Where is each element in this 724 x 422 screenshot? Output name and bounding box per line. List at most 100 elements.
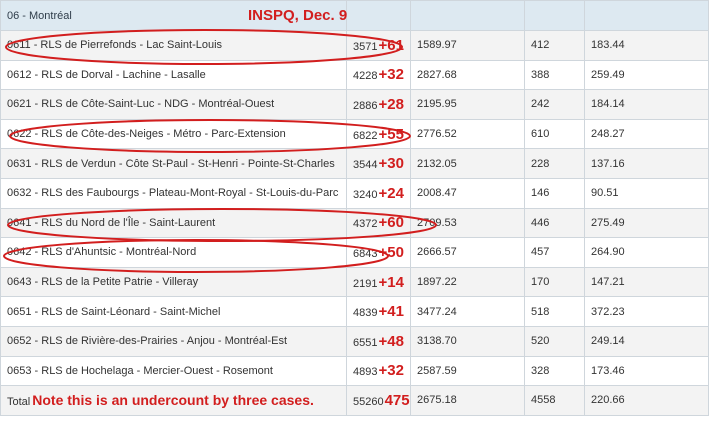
cases-value: 3240: [353, 188, 378, 201]
cases-cell: 6843+50: [346, 237, 411, 268]
cases-cell: 3240+24: [346, 177, 411, 209]
other-value: 242: [531, 98, 550, 111]
other-rate-cell: 275.49: [584, 207, 709, 239]
delta-annotation: +50: [378, 243, 404, 261]
other-rate-value: 183.44: [591, 39, 625, 52]
delta-annotation: +61: [378, 36, 404, 54]
source-annotation: INSPQ, Dec. 9: [248, 7, 348, 24]
rate-value: 2587.59: [417, 364, 457, 377]
other-value: 457: [531, 246, 550, 259]
total-cases-cell: 55260475: [346, 385, 411, 416]
other-rate-cell: 147.21: [584, 266, 709, 298]
rls-name: 0621 - RLS de Côte-Saint-Luc - NDG - Mon…: [7, 98, 275, 111]
cases-value: 4839: [353, 307, 378, 320]
delta-annotation: +14: [378, 273, 404, 291]
undercount-note: Note this is an undercount by three case…: [32, 392, 314, 409]
other-value: 146: [531, 187, 550, 200]
other-cell: 610: [524, 118, 585, 150]
cases-cell: 4228+32: [346, 59, 411, 91]
region-name: 06 - Montréal: [7, 9, 72, 22]
delta-annotation: +48: [378, 332, 404, 350]
region-cell-empty: [410, 0, 525, 31]
rate-value: 2827.68: [417, 68, 457, 81]
total-label: Total: [7, 396, 31, 409]
rls-name-cell: 0631 - RLS de Verdun - Côte St-Paul - St…: [0, 148, 347, 179]
rate-cell: 1589.97: [410, 30, 525, 61]
rate-cell: 2709.53: [410, 207, 525, 239]
cases-value: 2191: [353, 277, 378, 290]
rls-name-cell: 0653 - RLS de Hochelaga - Mercier-Ouest …: [0, 355, 347, 387]
other-value: 328: [531, 364, 550, 377]
rate-cell: 2008.47: [410, 177, 525, 209]
table-row: 0611 - RLS de Pierrefonds - Lac Saint-Lo…: [0, 30, 709, 61]
cases-value: 4372: [353, 218, 378, 231]
region-header-row: 06 - Montréal: [0, 0, 709, 31]
rls-name: 0652 - RLS de Rivière-des-Prairies - Anj…: [7, 335, 288, 348]
rate-cell: 2666.57: [410, 237, 525, 268]
table-row: 0612 - RLS de Dorval - Lachine - Lasalle…: [0, 59, 709, 91]
cases-value: 4893: [353, 366, 378, 379]
rls-name: 0642 - RLS d'Ahuntsic - Montréal-Nord: [7, 246, 197, 259]
table-row: 0652 - RLS de Rivière-des-Prairies - Anj…: [0, 325, 709, 357]
total-rate: 2675.18: [417, 394, 457, 407]
rls-name-cell: 0643 - RLS de la Petite Patrie - Villera…: [0, 266, 347, 298]
table-row: 0642 - RLS d'Ahuntsic - Montréal-Nord 684…: [0, 237, 709, 268]
rate-cell: 3138.70: [410, 325, 525, 357]
total-other-rate-cell: 220.66: [584, 385, 709, 416]
rate-value: 1897.22: [417, 276, 457, 289]
rls-name-cell: 0641 - RLS du Nord de l'Île - Saint-Laur…: [0, 207, 347, 239]
other-value: 446: [531, 216, 550, 229]
other-value: 388: [531, 68, 550, 81]
delta-annotation: +28: [378, 95, 404, 113]
cases-value: 2886: [353, 99, 378, 112]
other-rate-value: 259.49: [591, 68, 625, 81]
rate-value: 2709.53: [417, 216, 457, 229]
other-cell: 446: [524, 207, 585, 239]
rate-cell: 2776.52: [410, 118, 525, 150]
rate-value: 2666.57: [417, 246, 457, 259]
other-rate-cell: 248.27: [584, 118, 709, 150]
delta-annotation: +30: [378, 155, 404, 173]
other-cell: 388: [524, 59, 585, 91]
other-value: 412: [531, 39, 550, 52]
total-rate-cell: 2675.18: [410, 385, 525, 416]
other-cell: 146: [524, 177, 585, 209]
other-rate-value: 275.49: [591, 216, 625, 229]
cases-cell: 3571+61: [346, 30, 411, 61]
table-row: 0632 - RLS des Faubourgs - Plateau-Mont-…: [0, 177, 709, 209]
table-row: 0631 - RLS de Verdun - Côte St-Paul - St…: [0, 148, 709, 179]
rls-name-cell: 0622 - RLS de Côte-des-Neiges - Métro - …: [0, 118, 347, 150]
other-rate-value: 264.90: [591, 246, 625, 259]
delta-annotation: +60: [378, 214, 404, 232]
rate-cell: 2195.95: [410, 89, 525, 120]
other-cell: 518: [524, 296, 585, 327]
cases-value: 6843: [353, 247, 378, 260]
other-rate-cell: 264.90: [584, 237, 709, 268]
rate-cell: 1897.22: [410, 266, 525, 298]
other-rate-value: 249.14: [591, 335, 625, 348]
rls-name: 0651 - RLS de Saint-Léonard - Saint-Mich…: [7, 305, 221, 318]
montreal-rls-table: 06 - Montréal 0611 - RLS de Pierrefonds …: [0, 0, 709, 416]
cases-cell: 4839+41: [346, 296, 411, 327]
total-other-cell: 4558: [524, 385, 585, 416]
other-cell: 412: [524, 30, 585, 61]
cases-value: 3571: [353, 40, 378, 53]
rls-name-cell: 0612 - RLS de Dorval - Lachine - Lasalle: [0, 59, 347, 91]
other-rate-value: 248.27: [591, 128, 625, 141]
rate-value: 2195.95: [417, 98, 457, 111]
total-cases: 55260: [353, 395, 384, 408]
rls-name: 0611 - RLS de Pierrefonds - Lac Saint-Lo…: [7, 39, 223, 52]
cases-cell: 4893+32: [346, 355, 411, 387]
other-cell: 170: [524, 266, 585, 298]
rate-cell: 2587.59: [410, 355, 525, 387]
cases-value: 6822: [353, 129, 378, 142]
cases-cell: 3544+30: [346, 148, 411, 179]
table-row: 0622 - RLS de Côte-des-Neiges - Métro - …: [0, 118, 709, 150]
other-value: 520: [531, 335, 550, 348]
delta-annotation: +32: [378, 362, 404, 380]
table-row: 0643 - RLS de la Petite Patrie - Villera…: [0, 266, 709, 298]
rls-name-cell: 0632 - RLS des Faubourgs - Plateau-Mont-…: [0, 177, 347, 209]
other-rate-value: 372.23: [591, 305, 625, 318]
region-cell-empty: [524, 0, 585, 31]
delta-annotation: +32: [378, 66, 404, 84]
